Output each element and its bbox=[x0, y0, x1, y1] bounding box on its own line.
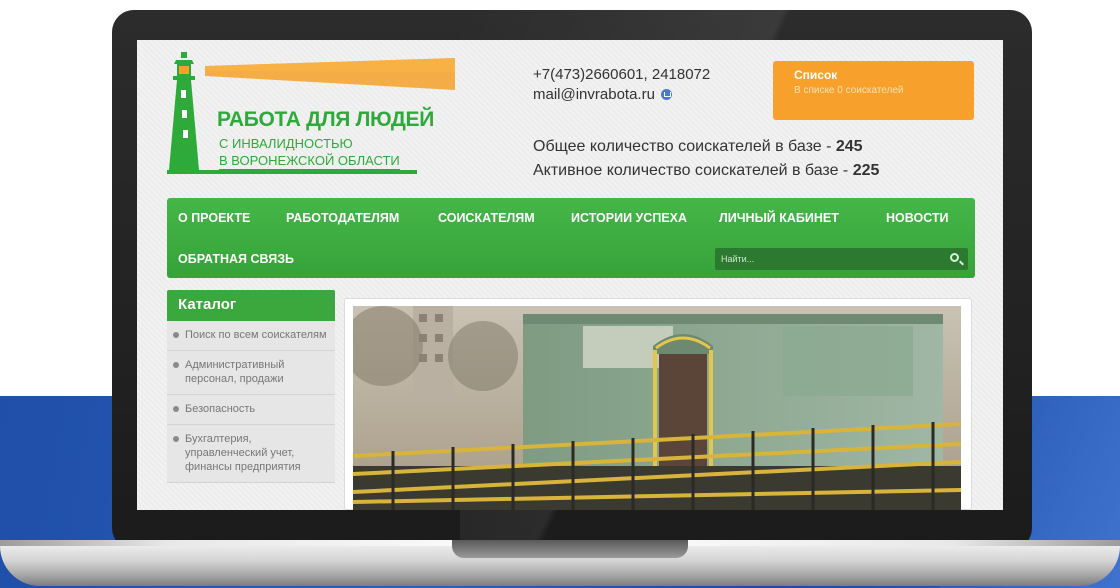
logo-subtitle-line1: С ИНВАЛИДНОСТЬЮ bbox=[219, 136, 353, 151]
contact-email-row: mail@invrabota.ru bbox=[533, 86, 672, 103]
main-nav: О ПРОЕКТЕ РАБОТОДАТЕЛЯМ СОИСКАТЕЛЯМ ИСТО… bbox=[167, 198, 975, 278]
contact-email[interactable]: mail@invrabota.ru bbox=[533, 86, 655, 103]
search-box bbox=[715, 248, 968, 270]
nav-item-news[interactable]: НОВОСТИ bbox=[886, 211, 949, 225]
seeker-list-count: В списке 0 соискателей bbox=[794, 85, 904, 96]
total-seekers-value: 245 bbox=[835, 138, 863, 155]
building-ramp-photo bbox=[353, 306, 961, 510]
laptop-notch bbox=[452, 540, 688, 558]
search-input[interactable] bbox=[715, 248, 935, 270]
laptop-screen: РАБОТА ДЛЯ ЛЮДЕЙ С ИНВАЛИДНОСТЬЮ В ВОРОН… bbox=[137, 40, 1003, 510]
catalog-sidebar: Каталог Поиск по всем соискателям Админи… bbox=[167, 290, 335, 510]
total-seekers-stat: Общее количество соискателей в базе - 24… bbox=[533, 138, 863, 155]
catalog-item-security[interactable]: Безопасность bbox=[167, 395, 335, 425]
catalog-item-all-seekers[interactable]: Поиск по всем соискателям bbox=[167, 321, 335, 351]
active-seekers-stat: Активное количество соискателей в базе -… bbox=[533, 162, 880, 179]
nav-item-feedback[interactable]: ОБРАТНАЯ СВЯЗЬ bbox=[178, 252, 294, 266]
logo-subtitle-line2: В ВОРОНЕЖСКОЙ ОБЛАСТИ bbox=[219, 153, 400, 172]
nav-item-seekers[interactable]: СОИСКАТЕЛЯМ bbox=[438, 211, 535, 225]
nav-item-account[interactable]: ЛИЧНЫЙ КАБИНЕТ bbox=[719, 211, 839, 225]
nav-item-employers[interactable]: РАБОТОДАТЕЛЯМ bbox=[286, 211, 399, 225]
seeker-list-title: Список bbox=[794, 68, 838, 82]
nav-item-about[interactable]: О ПРОЕКТЕ bbox=[178, 211, 250, 225]
email-icon[interactable] bbox=[660, 89, 672, 100]
site-logo[interactable]: РАБОТА ДЛЯ ЛЮДЕЙ С ИНВАЛИДНОСТЬЮ В ВОРОН… bbox=[167, 50, 467, 180]
search-icon[interactable] bbox=[950, 253, 959, 262]
catalog-item-admin-sales[interactable]: Административный персонал, продажи bbox=[167, 351, 335, 395]
contact-phone: +7(473)2660601, 2418072 bbox=[533, 66, 711, 83]
seeker-list-box[interactable]: Список В списке 0 соискателей bbox=[773, 61, 974, 120]
active-seekers-value: 225 bbox=[852, 162, 880, 179]
nav-item-success-stories[interactable]: ИСТОРИИ УСПЕХА bbox=[571, 211, 687, 225]
logo-title: РАБОТА ДЛЯ ЛЮДЕЙ bbox=[217, 108, 435, 131]
catalog-title: Каталог bbox=[167, 290, 335, 321]
catalog-item-accounting[interactable]: Бухгалтерия, управленческий учет, финанс… bbox=[167, 425, 335, 483]
slider-photo[interactable] bbox=[353, 306, 961, 510]
